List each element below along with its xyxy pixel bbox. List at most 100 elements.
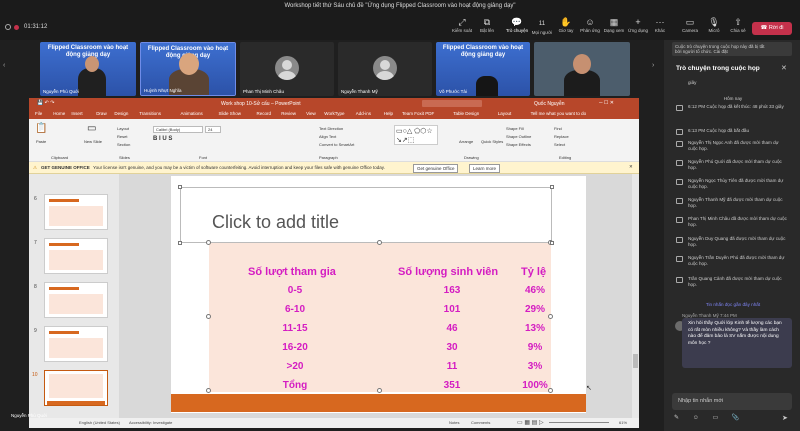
video-tile[interactable]: Phan Thị Minh Châu (240, 42, 334, 96)
resize-handle[interactable] (550, 241, 554, 245)
find-button[interactable]: Find (554, 126, 562, 131)
ppt-tab[interactable]: Design (114, 111, 128, 116)
scrollbar-thumb[interactable] (633, 354, 638, 368)
resize-handle[interactable] (548, 314, 553, 319)
new-slide-button[interactable]: New Slide (84, 139, 102, 144)
ppt-tab[interactable]: Add-ins (356, 111, 371, 116)
ppt-tab[interactable]: WorkType (324, 111, 344, 116)
resize-handle[interactable] (206, 314, 211, 319)
control-icon: ⤢ (458, 17, 466, 27)
ppt-tab[interactable]: Animations (181, 111, 203, 116)
video-tile[interactable] (534, 42, 630, 96)
ppt-tab[interactable]: Home (53, 111, 65, 116)
camera-button[interactable]: ▭ Camera (677, 17, 703, 33)
ppt-tab[interactable]: Record (257, 111, 272, 116)
reset-button[interactable]: Reset (117, 134, 127, 139)
slide-thumbnail[interactable] (44, 238, 108, 274)
shape-outline-button[interactable]: Shape Outline (506, 134, 531, 139)
resize-handle[interactable] (206, 388, 211, 393)
ppt-tab[interactable]: Transitions (139, 111, 161, 116)
comments-button[interactable]: Comments (471, 420, 490, 425)
slide-thumbnail[interactable] (44, 194, 108, 230)
align-text-button[interactable]: Align Text (319, 134, 336, 139)
chat-button[interactable]: 💬 Trò chuyện (504, 17, 530, 33)
mic-button[interactable]: 🎙 Micrô (701, 17, 727, 33)
info-icon[interactable] (5, 24, 11, 30)
resize-handle[interactable] (178, 185, 182, 189)
learn-more-button[interactable]: Learn more (469, 164, 501, 173)
smartart-button[interactable]: Convert to SmartArt (319, 142, 354, 147)
slide-thumbnail[interactable] (44, 282, 108, 318)
quick-styles-button[interactable]: Quick Styles (481, 139, 503, 144)
ppt-user[interactable]: Quốc Nguyễn (534, 101, 565, 107)
slide-thumbnail[interactable] (44, 326, 108, 362)
popout-button[interactable]: ⧉ Bật lên (474, 17, 500, 33)
compose-tools[interactable]: ✎ ☺ ▭ 📎 (674, 414, 745, 421)
scroll-right-icon[interactable]: › (652, 62, 654, 69)
people-button[interactable]: 11 Mọi người (529, 17, 555, 35)
slide-thumbnail-selected[interactable] (44, 370, 108, 406)
section-button[interactable]: Section (117, 142, 130, 147)
bold-italic-underline[interactable]: B I U S (153, 136, 172, 142)
text-direction-button[interactable]: Text Direction (319, 126, 343, 131)
resize-handle[interactable] (377, 388, 382, 393)
table-cell: 46 (446, 323, 458, 334)
resize-handle[interactable] (377, 240, 382, 245)
ppt-tab[interactable]: Insert (71, 111, 82, 116)
resize-handle[interactable] (206, 240, 211, 245)
ppt-search-box[interactable] (422, 100, 482, 107)
ppt-tab[interactable]: File (35, 111, 42, 116)
control-button[interactable]: ⤢ Kiểm soát (449, 17, 475, 33)
ppt-tab[interactable]: Review (281, 111, 296, 116)
video-tile[interactable]: Flipped Classroom vào hoạt động giảng dạ… (436, 42, 530, 96)
shapes-gallery[interactable]: ▭○△ ⬠⬡☆ ↘↗⬚ (394, 125, 438, 145)
ppt-tab[interactable]: Team Foxit PDF (402, 111, 434, 116)
layout-button[interactable]: Layout (117, 126, 129, 131)
tell-me-search[interactable]: Tell me what you want to do (531, 111, 587, 116)
close-icon[interactable]: ✕ (629, 164, 633, 170)
raise-hand-button[interactable]: ✋ Giơ tay (553, 17, 579, 33)
ppt-tab[interactable]: View (306, 111, 316, 116)
close-chat-icon[interactable]: ✕ (781, 64, 787, 72)
video-tile[interactable]: Flipped Classroom vào hoạt động giảng dạ… (40, 42, 136, 96)
accessibility-status[interactable]: Accessibility: Investigate (129, 420, 172, 425)
react-button[interactable]: ☺ Phản ứng (577, 17, 603, 33)
ppt-tab[interactable]: Help (384, 111, 393, 116)
paste-button[interactable]: Paste (36, 139, 46, 144)
notes-button[interactable]: Notes (449, 420, 459, 425)
view-icons[interactable]: ▭ ▦ ▤ ▷ (517, 419, 544, 426)
zoom-slider[interactable] (549, 422, 609, 423)
new-slide-icon[interactable]: ▭ (87, 123, 96, 134)
replace-button[interactable]: Replace (554, 134, 569, 139)
scroll-left-icon[interactable]: ‹ (3, 62, 5, 69)
resize-handle[interactable] (550, 185, 554, 189)
video-tile-active[interactable]: Flipped Classroom vào hoạt động giảng dạ… (140, 42, 236, 96)
arrange-button[interactable]: Arrange (459, 139, 473, 144)
send-icon[interactable]: ➤ (782, 414, 788, 422)
ppt-titlebar: 💾 ↶ ↷ Work shop 10-Sử cấu – PowerPoint Q… (29, 98, 639, 109)
scrollbar[interactable] (632, 174, 639, 420)
shape-fill-button[interactable]: Shape Fill (506, 126, 524, 131)
get-genuine-button[interactable]: Get genuine Office (413, 164, 459, 173)
share-button[interactable]: ⇧ Chia sẻ (725, 17, 751, 33)
group-label: Font (199, 155, 208, 160)
select-button[interactable]: Select (554, 142, 565, 147)
window-controls[interactable]: ─ ☐ ✕ (599, 100, 614, 106)
font-select[interactable]: Calibri (Body) (153, 126, 203, 133)
resize-handle[interactable] (178, 241, 182, 245)
save-icon[interactable]: 💾 ↶ ↷ (37, 100, 54, 106)
ppt-tab[interactable]: Table Design (453, 111, 479, 116)
view-button[interactable]: ▦ Dạng xem (601, 17, 627, 33)
font-size-select[interactable]: 24 (205, 126, 221, 133)
more-button[interactable]: ··· Khác (647, 17, 673, 33)
video-tile[interactable]: Nguyễn Thanh Mỹ (338, 42, 432, 96)
ppt-tab[interactable]: Layout (498, 111, 512, 116)
language-status[interactable]: English (United States) (79, 420, 120, 425)
ppt-tab[interactable]: Draw (96, 111, 107, 116)
chat-input[interactable]: Nhập tin nhắn mới (672, 393, 792, 410)
ppt-tab[interactable]: Slide Show (219, 111, 242, 116)
paste-icon[interactable]: 📋 (35, 123, 47, 134)
leave-button[interactable]: ☎ Rời đi (752, 22, 792, 35)
shape-effects-button[interactable]: Shape Effects (506, 142, 531, 147)
resize-handle[interactable] (548, 388, 553, 393)
